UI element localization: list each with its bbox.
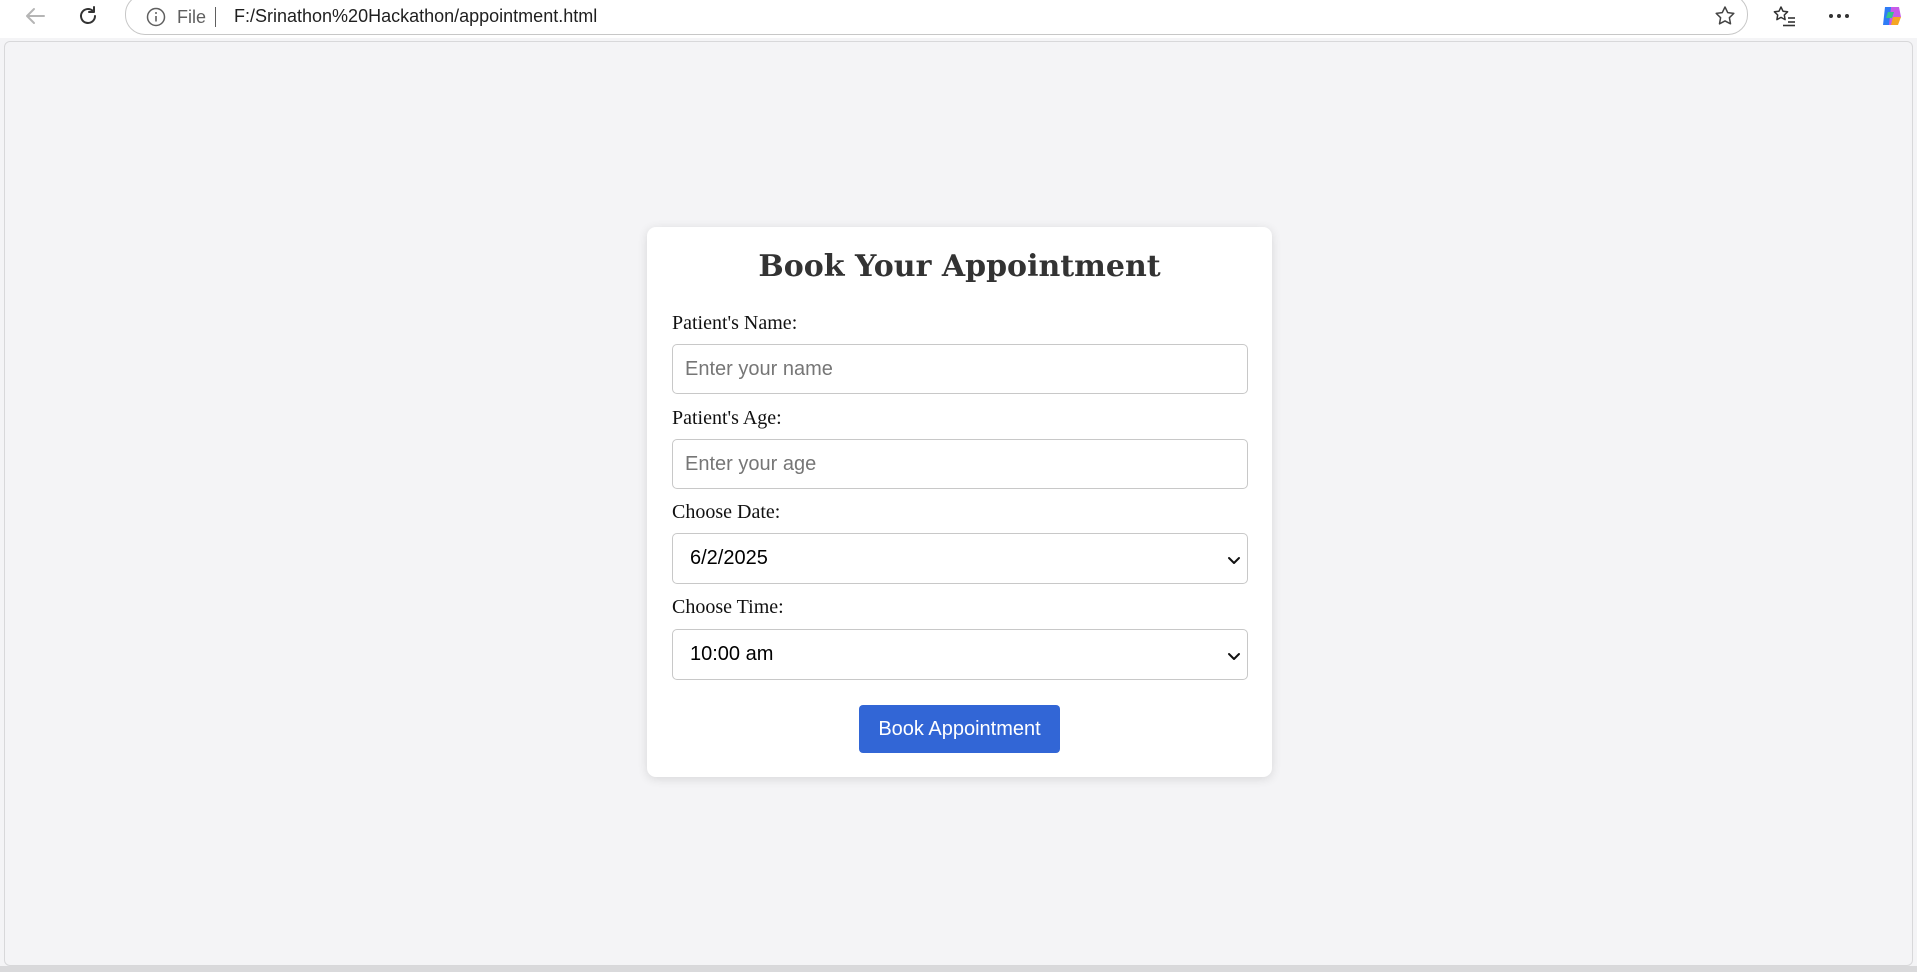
choose-time-label: Choose Time: xyxy=(672,596,784,618)
favorite-star-icon[interactable] xyxy=(1714,5,1736,27)
refresh-icon[interactable] xyxy=(71,0,105,32)
back-arrow-icon[interactable] xyxy=(18,0,52,32)
chevron-down-icon xyxy=(1227,649,1241,663)
url-text[interactable]: F:/Srinathon%20Hackathon/appointment.htm… xyxy=(234,6,597,27)
time-select-value: 10:00 am xyxy=(690,643,774,665)
patient-name-label: Patient's Name: xyxy=(672,312,798,334)
copilot-icon[interactable] xyxy=(1875,0,1909,32)
window-bottom-edge xyxy=(0,966,1917,972)
date-select-value: 6/2/2025 xyxy=(690,547,768,569)
address-separator xyxy=(215,7,216,27)
file-scheme-label: File xyxy=(177,7,207,27)
patient-name-input[interactable] xyxy=(672,344,1248,394)
date-select[interactable]: 6/2/2025 xyxy=(672,533,1248,584)
choose-date-label: Choose Date: xyxy=(672,501,781,523)
book-appointment-button[interactable]: Book Appointment xyxy=(859,705,1060,753)
info-icon[interactable] xyxy=(146,7,166,27)
chevron-down-icon xyxy=(1227,553,1241,567)
more-options-icon[interactable] xyxy=(1822,0,1856,32)
patient-age-label: Patient's Age: xyxy=(672,407,782,429)
time-select[interactable]: 10:00 am xyxy=(672,629,1248,680)
browser-toolbar: File F:/Srinathon%20Hackathon/appointmen… xyxy=(0,0,1917,38)
form-title: Book Your Appointment xyxy=(758,249,1161,284)
address-bar[interactable]: File F:/Srinathon%20Hackathon/appointmen… xyxy=(125,0,1748,35)
favorites-list-icon[interactable] xyxy=(1768,0,1802,32)
patient-age-input[interactable] xyxy=(672,439,1248,489)
appointment-form-card: Book Your Appointment Patient's Name: Pa… xyxy=(647,227,1272,777)
